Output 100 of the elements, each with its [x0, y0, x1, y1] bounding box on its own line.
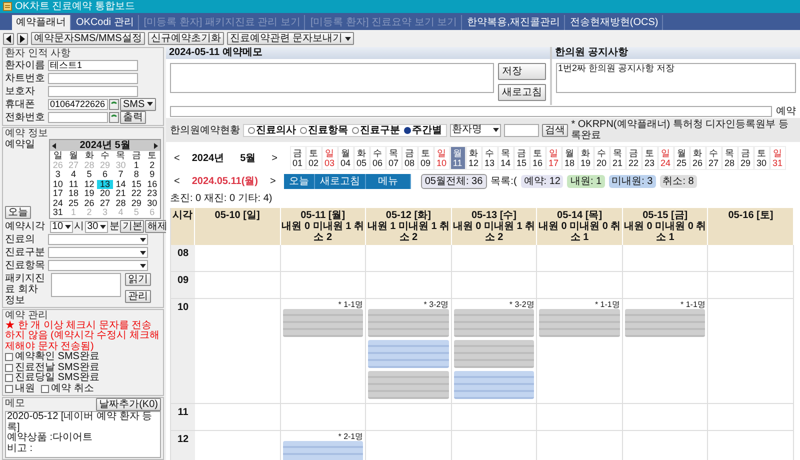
blurred-appointment-card[interactable]	[539, 309, 620, 337]
schedule-cell[interactable]	[195, 245, 281, 272]
schedule-cell[interactable]	[280, 404, 366, 431]
next-month-icon[interactable]	[154, 142, 158, 148]
date-tab[interactable]: 화 12	[466, 146, 482, 170]
schedule-cell[interactable]	[537, 245, 623, 272]
notice-field[interactable]: 1번2짜 한의원 공지사항 저장	[556, 63, 796, 93]
blurred-appointment-card[interactable]	[368, 340, 449, 368]
date-tab[interactable]: 토 23	[642, 146, 658, 170]
memo-field[interactable]: 2020-05-12 [네이버 예약 환자 등록] 예약상품 :다이어트 비고 :	[5, 411, 161, 458]
schedule-cell[interactable]	[708, 404, 794, 431]
calendar-day[interactable]: 20	[97, 189, 113, 198]
calendar-day[interactable]: 2	[144, 160, 160, 170]
nav-button[interactable]: 오늘	[284, 174, 315, 189]
calendar-day[interactable]: 29	[128, 198, 144, 208]
calendar-day[interactable]: 7	[112, 170, 129, 180]
calendar-day[interactable]: 8	[128, 170, 144, 180]
today-button[interactable]: 오늘	[5, 206, 31, 218]
calendar-day[interactable]: 30	[144, 198, 160, 208]
checkbox[interactable]	[5, 374, 13, 382]
schedule-cell[interactable]: * 3-2명	[452, 299, 538, 404]
radio-option[interactable]: 주간별	[404, 124, 442, 136]
schedule-cell[interactable]	[280, 272, 366, 299]
schedule-cell[interactable]	[195, 404, 281, 431]
date-tab[interactable]: 일 31	[770, 146, 786, 170]
phone-icon[interactable]	[109, 98, 119, 110]
package-button[interactable]: 관리	[125, 290, 151, 302]
prev-month-icon[interactable]	[52, 142, 56, 148]
date-tab[interactable]: 금 29	[738, 146, 754, 170]
calendar-day[interactable]: 12	[81, 180, 98, 189]
calendar-day[interactable]: 26	[81, 198, 98, 208]
calendar-day[interactable]: 4	[66, 170, 82, 180]
schedule-cell[interactable]	[452, 272, 538, 299]
arrow-button[interactable]	[3, 32, 14, 44]
memo-input[interactable]	[170, 106, 772, 117]
radio-option[interactable]: 진료의사	[248, 124, 296, 136]
nav-button[interactable]: 메뉴	[366, 174, 411, 189]
time-button[interactable]: 해제	[145, 220, 166, 233]
menu-tab[interactable]: 예약플래너	[12, 15, 71, 30]
memo-field[interactable]	[170, 63, 494, 93]
date-tab[interactable]: 월 25	[674, 146, 690, 170]
select-field[interactable]	[48, 234, 148, 245]
calendar-day[interactable]: 16	[144, 180, 160, 189]
blurred-appointment-card[interactable]	[454, 371, 534, 399]
schedule-cell[interactable]	[452, 245, 538, 272]
date-tab[interactable]: 일 10	[434, 146, 450, 170]
date-tab[interactable]: 금 22	[626, 146, 642, 170]
schedule-cell[interactable]: * 2-1명	[280, 431, 366, 460]
date-tab[interactable]: 목 28	[722, 146, 738, 170]
radio-option[interactable]: 진료항목	[300, 124, 348, 136]
schedule-cell[interactable]	[708, 299, 794, 404]
date-tab[interactable]: 금 15	[514, 146, 530, 170]
schedule-cell[interactable]	[622, 272, 708, 299]
patient-select[interactable]: 환자명	[450, 124, 502, 136]
blurred-appointment-card[interactable]	[368, 371, 449, 399]
input-field[interactable]	[48, 86, 138, 96]
date-tab[interactable]: 목 21	[610, 146, 626, 170]
schedule-cell[interactable]	[622, 404, 708, 431]
date-tab[interactable]: 일 24	[658, 146, 674, 170]
next-month-button[interactable]: >	[268, 152, 282, 164]
schedule-cell[interactable]	[537, 272, 623, 299]
time-button[interactable]: 기본	[120, 220, 144, 233]
minute-select[interactable]: 30	[85, 220, 108, 232]
schedule-cell[interactable]	[452, 404, 538, 431]
schedule-cell[interactable]	[537, 404, 623, 431]
date-tab[interactable]: 목 07	[386, 146, 402, 170]
schedule-cell[interactable]	[195, 299, 281, 404]
blurred-appointment-card[interactable]	[282, 309, 364, 337]
dropdown-button[interactable]: 진료예약관련 문자보내기	[226, 32, 354, 45]
calendar-day[interactable]: 15	[128, 180, 144, 189]
blurred-appointment-card[interactable]	[368, 309, 449, 337]
radio-option[interactable]: 진료구분	[352, 124, 400, 136]
calendar-day[interactable]: 13	[97, 180, 113, 189]
print-button[interactable]: 출력	[120, 110, 146, 124]
prev-day-button[interactable]: <	[170, 176, 184, 187]
date-tab[interactable]: 토 30	[754, 146, 770, 170]
mini-calendar[interactable]: 2024년 5월 일 월 화 수 목 금 토 26 27 28 29 30 1 2 3 4 5 6 7 8 9 10 11 12 13 14 15 16 17 18 19 20 21 22 23 24 25 26 27 28 29 30 31 1 2 3 4 5 6	[49, 139, 161, 218]
schedule-cell[interactable]	[280, 245, 366, 272]
calendar-day[interactable]: 1	[128, 160, 144, 170]
calendar-day[interactable]: 24	[50, 198, 66, 208]
schedule-cell[interactable]: * 3-2명	[366, 299, 452, 404]
prev-month-button[interactable]: <	[170, 152, 184, 164]
toolbar-button[interactable]: 예약문자SMS/MMS설정	[31, 32, 145, 45]
select-field[interactable]	[48, 260, 148, 271]
schedule-cell[interactable]	[622, 245, 708, 272]
schedule-cell[interactable]: * 1-1명	[280, 299, 366, 404]
calendar-day[interactable]: 25	[66, 198, 82, 208]
checkbox[interactable]	[5, 364, 13, 372]
search-button[interactable]: 검색	[542, 124, 568, 136]
input-field[interactable]	[48, 112, 108, 122]
schedule-cell[interactable]	[366, 272, 452, 299]
calendar-day[interactable]: 10	[50, 180, 66, 189]
schedule-cell[interactable]: * 1-1명	[537, 299, 623, 404]
next-day-button[interactable]: >	[266, 176, 280, 187]
date-tab[interactable]: 월 18	[562, 146, 578, 170]
date-tab[interactable]: 금 01	[290, 146, 306, 170]
sms-dropdown[interactable]: SMS	[120, 98, 156, 110]
calendar-day[interactable]: 3	[50, 170, 66, 180]
date-tab[interactable]: 일 03	[322, 146, 338, 170]
phone-icon[interactable]	[109, 112, 119, 122]
